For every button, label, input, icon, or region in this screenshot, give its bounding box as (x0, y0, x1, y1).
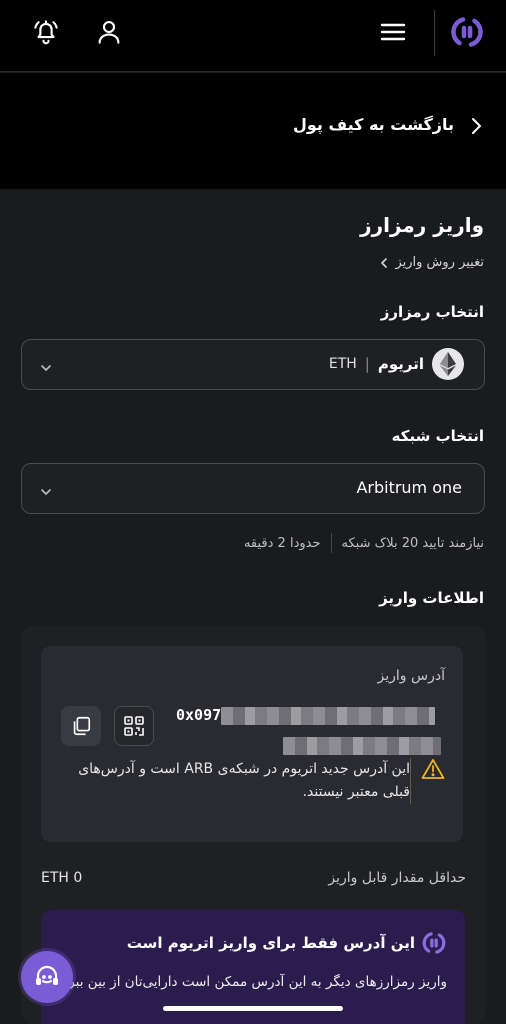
info-divider (330, 533, 332, 553)
chevron-left-icon (381, 257, 388, 268)
network-info: نیازمند تایید 20 بلاک شبکه حدودا 2 دقیقه (244, 533, 484, 553)
support-icon (36, 965, 58, 985)
menu-icon[interactable] (375, 14, 411, 50)
address-warning: این آدرس جدید اتریوم در شبکه‌ی ARB است و… (65, 758, 445, 804)
address-label: آدرس واریز (377, 668, 445, 684)
chevron-down-icon (40, 482, 52, 501)
copy-icon (73, 716, 91, 736)
min-deposit-label: حداقل مقدار قابل واریز (328, 870, 466, 886)
crypto-separator: | (364, 355, 370, 373)
min-deposit-row: ETH 0 حداقل مقدار قابل واریز (41, 866, 466, 890)
show-qr-button[interactable] (114, 706, 154, 746)
crypto-select[interactable]: اتریوم | ETH (21, 339, 485, 390)
deposit-info-panel: آدرس واریز 0x097 این آدرس جدید اتریوم در… (21, 626, 486, 1024)
change-method-label: تغییر روش واریز (395, 255, 484, 270)
page-title: واریز رمزارز (360, 213, 484, 237)
selected-crypto: اتریوم | ETH (329, 348, 464, 380)
warning-icon (421, 758, 445, 804)
address-redacted (221, 706, 436, 725)
notice-title: این آدرس فقط برای واریز اتریوم است (126, 934, 415, 952)
address-redacted (283, 736, 441, 755)
estimated-time-text: حدودا 2 دقیقه (243, 535, 321, 551)
logo-icon[interactable] (449, 14, 485, 50)
network-value: Arbitrum one (356, 478, 462, 497)
deposit-info-label: اطلاعات واریز (379, 589, 484, 607)
back-to-wallet-link[interactable]: بازگشت به کیف پول (293, 115, 454, 134)
logo-icon (421, 930, 447, 960)
ethereum-icon (432, 348, 464, 380)
bell-icon[interactable] (28, 14, 64, 50)
user-icon[interactable] (91, 14, 127, 50)
copy-address-button[interactable] (61, 706, 101, 746)
select-network-label: انتخاب شبکه (391, 427, 484, 445)
deposit-address[interactable]: 0x097 (176, 700, 441, 760)
qr-code-icon (124, 716, 144, 736)
chevron-down-icon (40, 358, 52, 377)
support-chat-button[interactable] (21, 951, 73, 1003)
warning-text: این آدرس جدید اتریوم در شبکه‌ی ARB است و… (65, 758, 411, 804)
select-crypto-label: انتخاب رمزارز (380, 303, 484, 321)
back-bar[interactable]: بازگشت به کیف پول (0, 73, 506, 189)
confirmations-text: نیازمند تایید 20 بلاک شبکه (341, 535, 485, 551)
header-divider (434, 10, 435, 56)
top-bar (0, 0, 506, 72)
network-select[interactable]: Arbitrum one (21, 463, 485, 514)
notice-body: واریز رمزارزهای دیگر به این آدرس ممکن اس… (62, 974, 447, 990)
chevron-right-icon (468, 117, 484, 139)
home-indicator (163, 1006, 343, 1011)
address-prefix: 0x097 (176, 706, 222, 724)
change-method-link[interactable]: تغییر روش واریز (379, 255, 484, 270)
address-card: آدرس واریز 0x097 این آدرس جدید اتریوم در… (41, 646, 463, 842)
deposit-content: واریز رمزارز تغییر روش واریز انتخاب رمزا… (0, 189, 506, 1024)
crypto-name: اتریوم (377, 355, 424, 373)
crypto-symbol: ETH (328, 356, 357, 372)
min-deposit-value: ETH 0 (41, 870, 83, 886)
